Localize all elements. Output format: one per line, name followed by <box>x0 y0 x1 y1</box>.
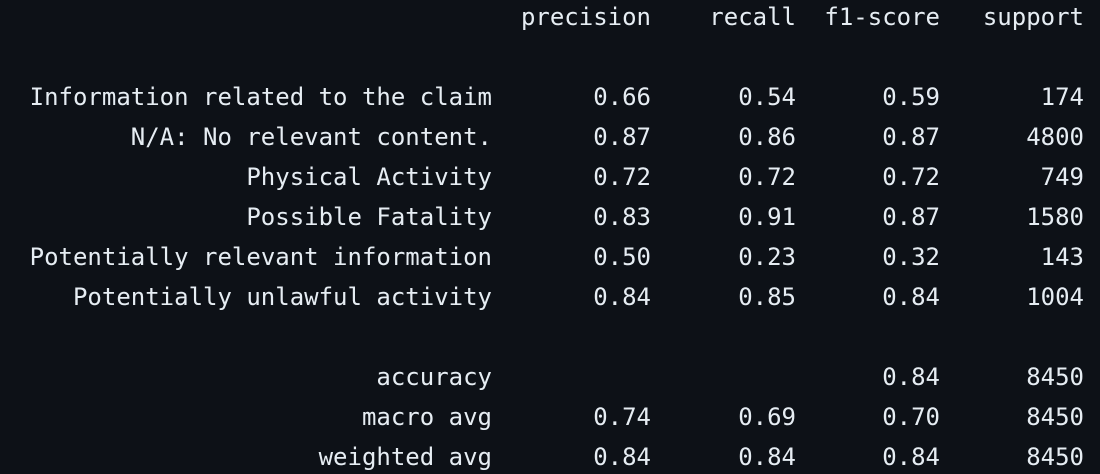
f1-score-value: 0.59 <box>882 83 940 111</box>
support-value: 174 <box>1040 83 1084 111</box>
weighted-avg-precision: 0.84 <box>593 443 651 471</box>
weighted-avg-label: weighted avg <box>318 443 492 471</box>
weighted-avg-f1-score: 0.84 <box>882 443 940 471</box>
f1-score-value: 0.72 <box>882 163 940 191</box>
class-label: Physical Activity <box>246 163 492 191</box>
class-label: Potentially relevant information <box>29 243 492 271</box>
support-value: 1580 <box>1026 203 1084 231</box>
class-row: Information related to the claim 0.66 0.… <box>0 77 1100 117</box>
macro-avg-label: macro avg <box>361 403 492 431</box>
accuracy-row: accuracy 0.84 8450 <box>0 357 1100 397</box>
class-row: Physical Activity 0.72 0.72 0.72 749 <box>0 157 1100 197</box>
accuracy-value: 0.84 <box>882 363 940 391</box>
recall-value: 0.54 <box>738 83 796 111</box>
recall-value: 0.72 <box>738 163 796 191</box>
recall-header: recall <box>709 3 796 31</box>
class-row: Possible Fatality 0.83 0.91 0.87 1580 <box>0 197 1100 237</box>
weighted-avg-recall: 0.84 <box>738 443 796 471</box>
accuracy-support: 8450 <box>1026 363 1084 391</box>
precision-value: 0.87 <box>593 123 651 151</box>
macro-avg-f1-score: 0.70 <box>882 403 940 431</box>
f1-score-header: f1-score <box>824 3 940 31</box>
precision-value: 0.84 <box>593 283 651 311</box>
precision-value: 0.72 <box>593 163 651 191</box>
macro-avg-row: macro avg 0.74 0.69 0.70 8450 <box>0 397 1100 437</box>
class-row: Potentially unlawful activity 0.84 0.85 … <box>0 277 1100 317</box>
class-label: Possible Fatality <box>246 203 492 231</box>
accuracy-label: accuracy <box>376 363 492 391</box>
recall-value: 0.91 <box>738 203 796 231</box>
f1-score-value: 0.87 <box>882 123 940 151</box>
macro-avg-recall: 0.69 <box>738 403 796 431</box>
precision-header: precision <box>520 3 651 31</box>
weighted-avg-row: weighted avg 0.84 0.84 0.84 8450 <box>0 437 1100 474</box>
classification-report: precision recall f1-score support Inform… <box>0 0 1100 474</box>
macro-avg-support: 8450 <box>1026 403 1084 431</box>
precision-value: 0.66 <box>593 83 651 111</box>
recall-value: 0.23 <box>738 243 796 271</box>
f1-score-value: 0.32 <box>882 243 940 271</box>
precision-value: 0.50 <box>593 243 651 271</box>
f1-score-value: 0.87 <box>882 203 940 231</box>
support-value: 4800 <box>1026 123 1084 151</box>
class-label: Information related to the claim <box>29 83 492 111</box>
weighted-avg-support: 8450 <box>1026 443 1084 471</box>
support-value: 749 <box>1040 163 1084 191</box>
precision-value: 0.83 <box>593 203 651 231</box>
class-row: N/A: No relevant content. 0.87 0.86 0.87… <box>0 117 1100 157</box>
support-header: support <box>982 3 1084 31</box>
recall-value: 0.86 <box>738 123 796 151</box>
support-value: 143 <box>1040 243 1084 271</box>
macro-avg-precision: 0.74 <box>593 403 651 431</box>
class-label: N/A: No relevant content. <box>130 123 492 151</box>
f1-score-value: 0.84 <box>882 283 940 311</box>
recall-value: 0.85 <box>738 283 796 311</box>
support-value: 1004 <box>1026 283 1084 311</box>
class-row: Potentially relevant information 0.50 0.… <box>0 237 1100 277</box>
class-label: Potentially unlawful activity <box>72 283 492 311</box>
header-row: precision recall f1-score support <box>0 0 1100 37</box>
